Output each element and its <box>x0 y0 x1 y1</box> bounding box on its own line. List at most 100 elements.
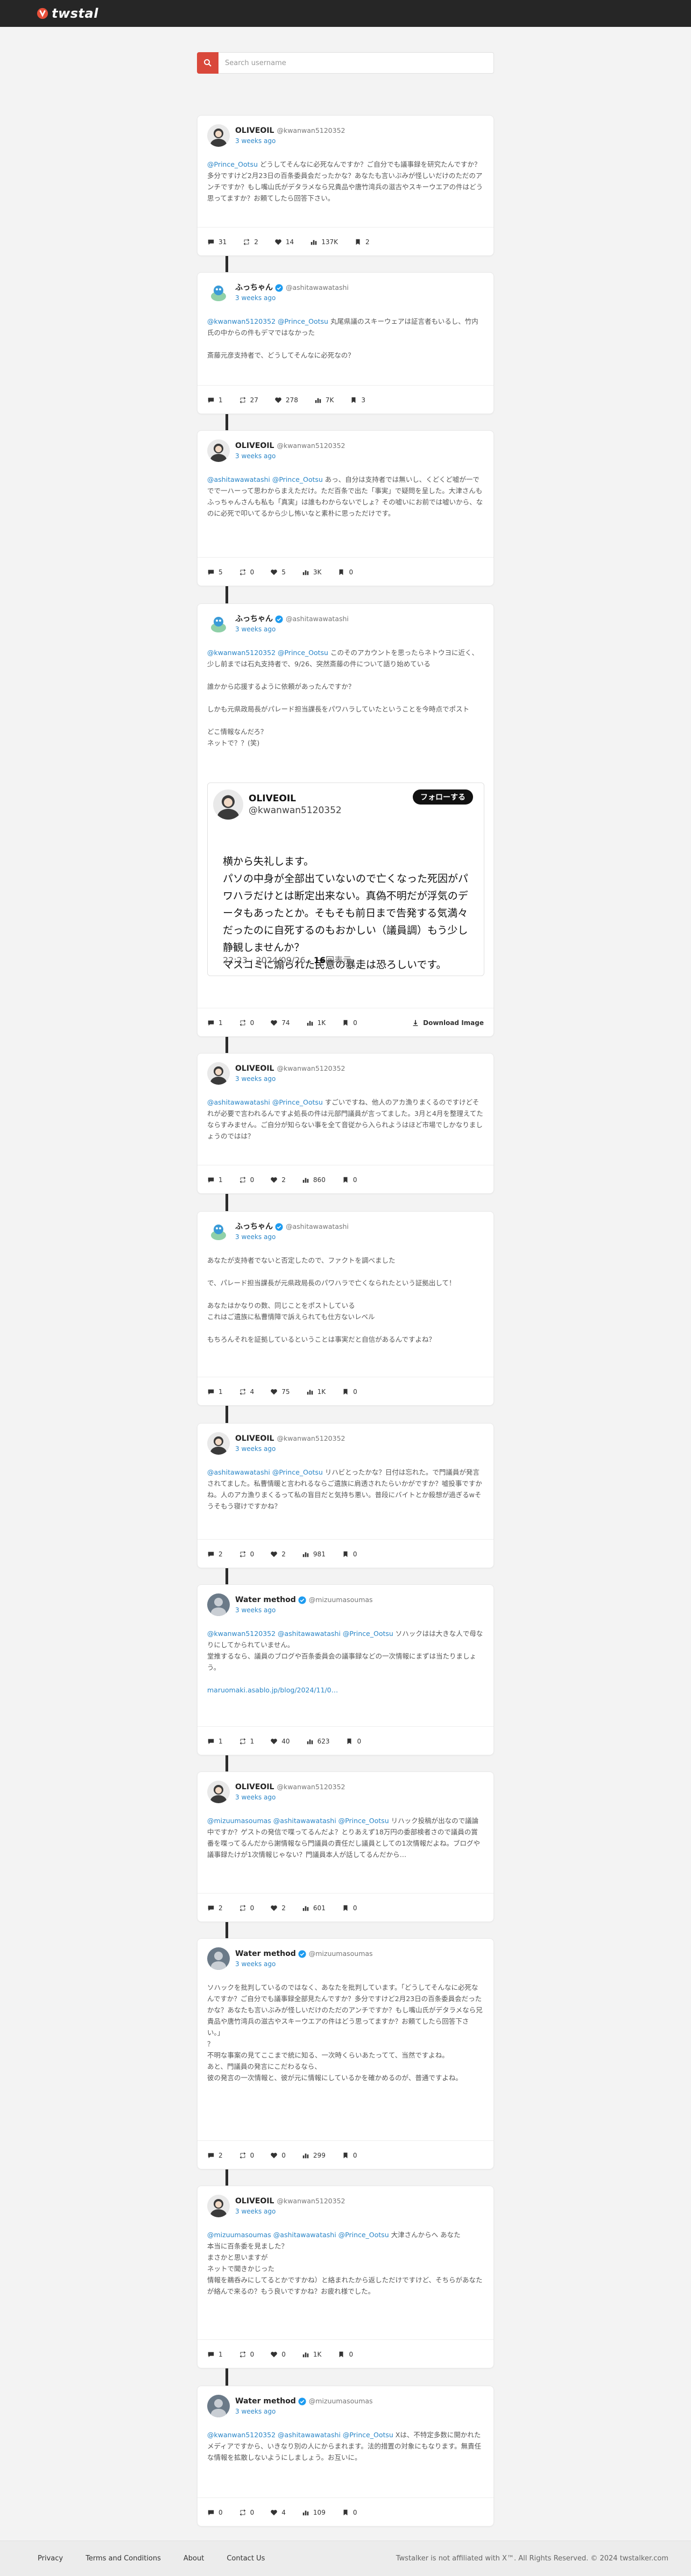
bookmark-stat[interactable]: 0 <box>346 1738 361 1745</box>
reply-stat[interactable]: 1 <box>207 1738 223 1745</box>
retweet-stat[interactable]: 0 <box>239 1550 254 1558</box>
avatar[interactable] <box>207 1062 230 1085</box>
tweet-card[interactable]: Water method @mizuumasoumas 3 weeks ago … <box>197 1584 494 1755</box>
view-stat[interactable]: 1K <box>302 2351 321 2358</box>
like-stat[interactable]: 74 <box>270 1019 290 1027</box>
post-time[interactable]: 3 weeks ago <box>235 2408 373 2415</box>
retweet-stat[interactable]: 0 <box>239 2351 254 2358</box>
display-name[interactable]: ふっちゃん <box>235 283 273 293</box>
mention-link[interactable]: @ashitawawatashi @Prince_Ootsu <box>207 475 323 483</box>
user-handle[interactable]: @kwanwan5120352 <box>277 2196 345 2206</box>
mention-link[interactable]: @kwanwan5120352 @ashitawawatashi @Prince… <box>207 1629 393 1638</box>
user-handle[interactable]: @mizuumasoumas <box>309 2396 373 2406</box>
like-stat[interactable]: 5 <box>270 568 286 576</box>
display-name[interactable]: OLIVEOIL <box>235 1064 274 1073</box>
mention-link[interactable]: @ashitawawatashi @Prince_Ootsu <box>207 1468 323 1476</box>
tweet-card[interactable]: ふっちゃん @ashitawawatashi 3 weeks ago @kwan… <box>197 272 494 414</box>
reply-stat[interactable]: 31 <box>207 238 227 246</box>
footer-link[interactable]: Contact Us <box>227 2554 265 2563</box>
user-handle[interactable]: @kwanwan5120352 <box>277 1064 345 1073</box>
display-name[interactable]: OLIVEOIL <box>235 1434 274 1443</box>
search-button[interactable] <box>197 52 218 74</box>
like-stat[interactable]: 40 <box>270 1738 290 1745</box>
view-stat[interactable]: 1K <box>306 1388 326 1396</box>
avatar[interactable] <box>207 124 230 147</box>
user-handle[interactable]: @kwanwan5120352 <box>277 1782 345 1792</box>
follow-button[interactable]: フォローする <box>413 789 473 805</box>
display-name[interactable]: OLIVEOIL <box>235 441 274 451</box>
reply-stat[interactable]: 0 <box>207 2509 223 2516</box>
view-stat[interactable]: 1K <box>306 1019 326 1027</box>
like-stat[interactable]: 0 <box>270 2152 286 2159</box>
user-handle[interactable]: @kwanwan5120352 <box>277 441 345 451</box>
reply-stat[interactable]: 1 <box>207 1176 223 1184</box>
like-stat[interactable]: 278 <box>274 396 298 404</box>
avatar[interactable] <box>207 2395 230 2417</box>
mention-link[interactable]: @kwanwan5120352 @Prince_Ootsu <box>207 649 328 657</box>
embedded-tweet-image[interactable]: OLIVEOIL @kwanwan5120352 フォローする 横から失礼します… <box>207 782 484 976</box>
tweet-card[interactable]: Water method @mizuumasoumas 3 weeks ago … <box>197 1938 494 2169</box>
tweet-card[interactable]: OLIVEOIL @kwanwan5120352 3 weeks ago @mi… <box>197 1771 494 1922</box>
avatar[interactable] <box>207 281 230 304</box>
display-name[interactable]: OLIVEOIL <box>235 126 274 136</box>
display-name[interactable]: Water method <box>235 2396 296 2406</box>
display-name[interactable]: Water method <box>235 1949 296 1959</box>
mention-link[interactable]: @kwanwan5120352 @ashitawawatashi @Prince… <box>207 2431 393 2439</box>
avatar[interactable] <box>207 1781 230 1803</box>
avatar[interactable] <box>207 1593 230 1616</box>
tweet-card[interactable]: ふっちゃん @ashitawawatashi 3 weeks ago あなたが支… <box>197 1211 494 1406</box>
reply-stat[interactable]: 1 <box>207 1388 223 1396</box>
user-handle[interactable]: @mizuumasoumas <box>309 1595 373 1605</box>
avatar[interactable] <box>207 613 230 635</box>
view-stat[interactable]: 981 <box>302 1550 326 1558</box>
retweet-stat[interactable]: 2 <box>243 238 258 246</box>
view-stat[interactable]: 109 <box>302 2509 326 2516</box>
mention-link[interactable]: @Prince_Ootsu <box>207 160 258 168</box>
tweet-card[interactable]: OLIVEOIL @kwanwan5120352 3 weeks ago @as… <box>197 430 494 586</box>
post-time[interactable]: 3 weeks ago <box>235 1794 346 1801</box>
retweet-stat[interactable]: 4 <box>239 1388 254 1396</box>
user-handle[interactable]: @kwanwan5120352 <box>277 1434 345 1443</box>
post-time[interactable]: 3 weeks ago <box>235 625 349 633</box>
tweet-card[interactable]: ふっちゃん @ashitawawatashi 3 weeks ago @kwan… <box>197 603 494 1037</box>
user-handle[interactable]: @mizuumasoumas <box>309 1949 373 1959</box>
view-stat[interactable]: 623 <box>306 1738 329 1745</box>
reply-stat[interactable]: 2 <box>207 1904 223 1912</box>
bookmark-stat[interactable]: 3 <box>350 396 365 404</box>
view-stat[interactable]: 7K <box>314 396 334 404</box>
post-time[interactable]: 3 weeks ago <box>235 1960 373 1968</box>
bookmark-stat[interactable]: 0 <box>337 568 353 576</box>
avatar[interactable] <box>207 1220 230 1243</box>
search-input[interactable] <box>218 52 494 74</box>
user-handle[interactable]: @ashitawawatashi <box>286 614 349 624</box>
like-stat[interactable]: 2 <box>270 1904 286 1912</box>
display-name[interactable]: ふっちゃん <box>235 1222 273 1232</box>
external-link[interactable]: maruomaki.asablo.jp/blog/2024/11/0… <box>207 1686 338 1694</box>
footer-link[interactable]: About <box>184 2554 204 2563</box>
like-stat[interactable]: 0 <box>270 2351 286 2358</box>
view-stat[interactable]: 3K <box>302 568 321 576</box>
view-stat[interactable]: 137K <box>310 238 338 246</box>
footer-link[interactable]: Terms and Conditions <box>86 2554 161 2563</box>
post-time[interactable]: 3 weeks ago <box>235 452 346 460</box>
post-time[interactable]: 3 weeks ago <box>235 1606 373 1614</box>
avatar[interactable] <box>207 2195 230 2217</box>
like-stat[interactable]: 75 <box>270 1388 290 1396</box>
display-name[interactable]: Water method <box>235 1595 296 1605</box>
brand-logo[interactable]: twstal <box>37 6 98 21</box>
reply-stat[interactable]: 5 <box>207 568 223 576</box>
tweet-card[interactable]: OLIVEOIL @kwanwan5120352 3 weeks ago @Pr… <box>197 115 494 256</box>
retweet-stat[interactable]: 0 <box>239 2509 254 2516</box>
bookmark-stat[interactable]: 0 <box>342 1019 357 1027</box>
retweet-stat[interactable]: 1 <box>239 1738 254 1745</box>
reply-stat[interactable]: 1 <box>207 2351 223 2358</box>
retweet-stat[interactable]: 0 <box>239 1904 254 1912</box>
retweet-stat[interactable]: 0 <box>239 2152 254 2159</box>
bookmark-stat[interactable]: 0 <box>337 2351 353 2358</box>
tweet-card[interactable]: OLIVEOIL @kwanwan5120352 3 weeks ago @mi… <box>197 2186 494 2368</box>
view-stat[interactable]: 601 <box>302 1904 326 1912</box>
post-time[interactable]: 3 weeks ago <box>235 1075 346 1083</box>
display-name[interactable]: OLIVEOIL <box>235 2196 274 2206</box>
like-stat[interactable]: 2 <box>270 1176 286 1184</box>
bookmark-stat[interactable]: 0 <box>342 1550 357 1558</box>
